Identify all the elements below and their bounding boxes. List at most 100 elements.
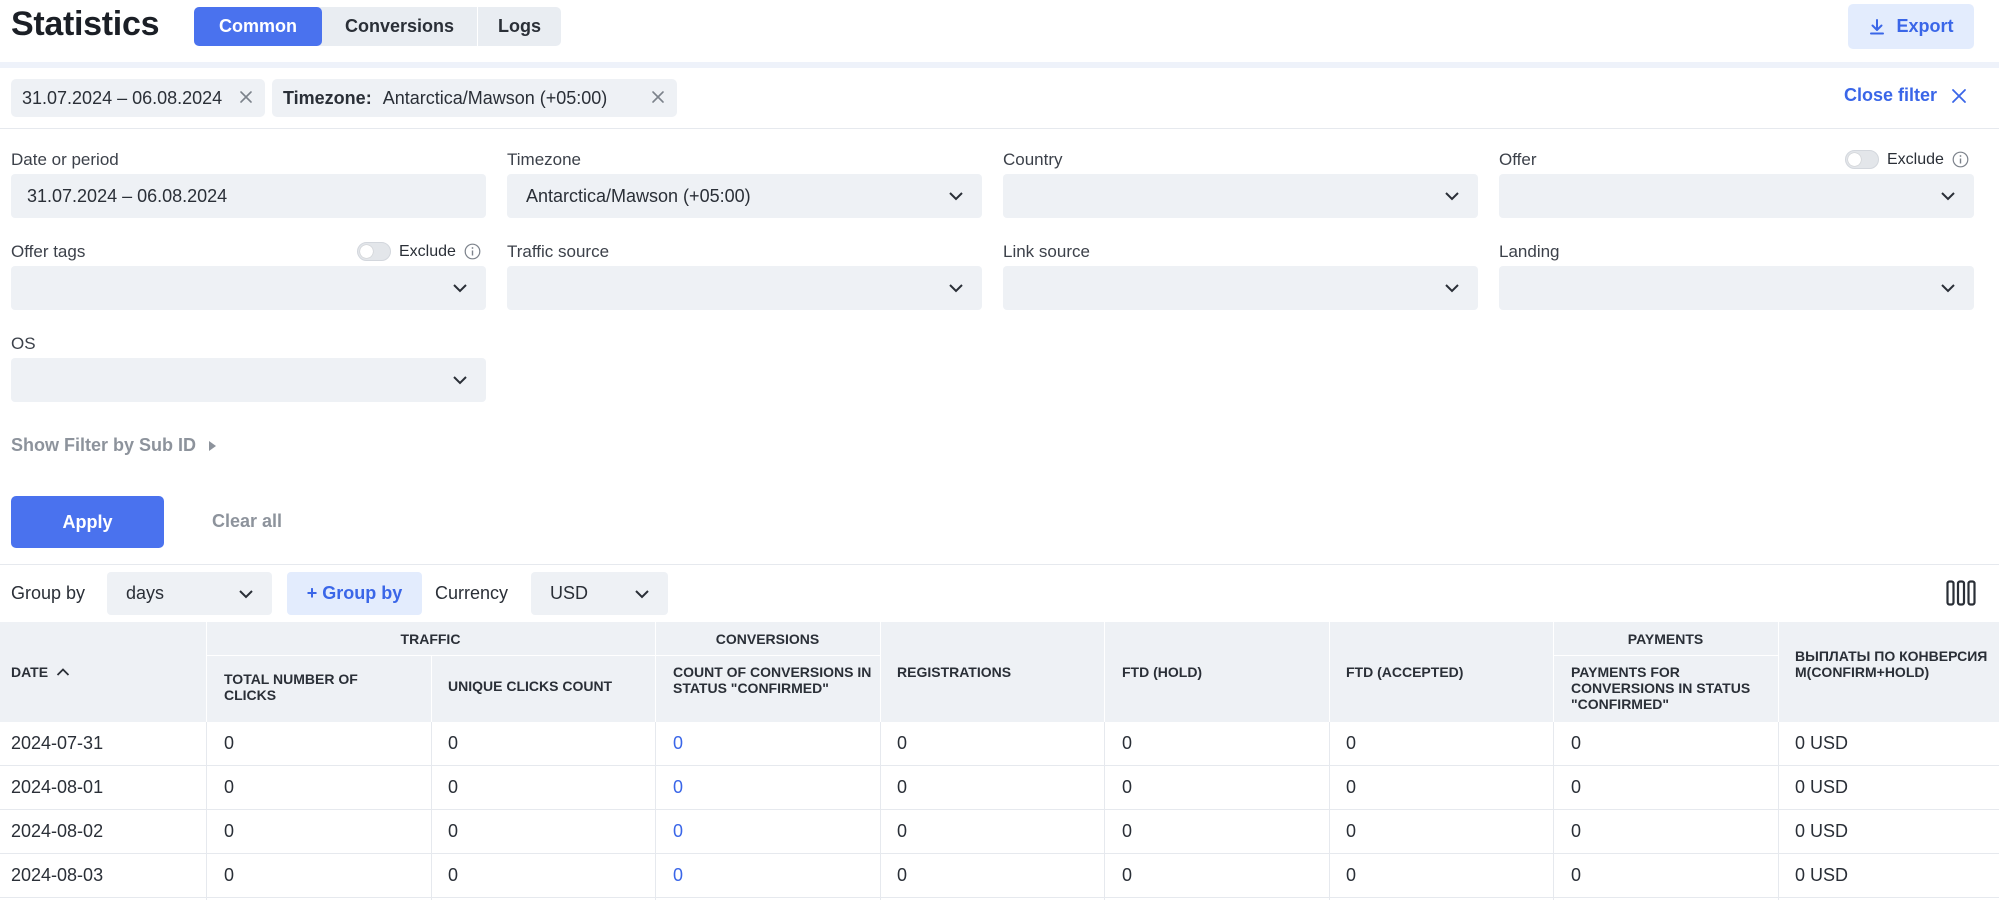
group-header-conversions: CONVERSIONS [715, 631, 820, 647]
timezone-chip-key: Timezone: [283, 87, 372, 108]
info-icon [464, 243, 481, 260]
add-group-by-button[interactable]: + Group by [287, 572, 422, 615]
date-period-input[interactable]: 31.07.2024 – 06.08.2024 [11, 174, 486, 218]
cell-payouts: 0 USD [1795, 777, 1849, 797]
cell-total-clicks: 0 [224, 733, 235, 753]
os-select[interactable] [11, 358, 486, 402]
cell-unique-clicks: 0 [448, 865, 459, 885]
cell-conversions-link[interactable]: 0 [673, 733, 683, 754]
chevron-down-icon [635, 590, 649, 599]
date-period-value: 31.07.2024 – 06.08.2024 [27, 185, 228, 206]
sort-ascending-icon [56, 668, 70, 676]
offer-tags-select[interactable] [11, 266, 486, 310]
offer-exclude-label: Exclude [1887, 150, 1944, 168]
table-header: TRAFFIC CONVERSIONS PAYMENTS DATE TOTAL … [0, 622, 1999, 722]
offer-select[interactable] [1499, 174, 1974, 218]
date-chip-label: 31.07.2024 – 06.08.2024 [22, 87, 223, 108]
cell-payouts: 0 USD [1795, 865, 1849, 885]
export-label: Export [1896, 16, 1954, 36]
timezone-chip: Timezone: Antarctica/Mawson (+05:00) [272, 79, 677, 117]
timezone-label: Timezone [507, 150, 582, 169]
group-by-value: days [126, 583, 165, 603]
group-divider [206, 655, 655, 656]
table-row: 2024-08-03 0 0 0 0 0 0 0 0 USD [0, 854, 1999, 898]
cell-payments: 0 [1571, 865, 1582, 885]
country-select[interactable] [1003, 174, 1478, 218]
column-header-total-clicks[interactable]: TOTAL NUMBER OF CLICKS [224, 671, 404, 703]
column-divider [1329, 622, 1330, 722]
column-header-unique-clicks[interactable]: UNIQUE CLICKS COUNT [448, 678, 648, 694]
show-subid-filter-link[interactable]: Show Filter by Sub ID [11, 435, 217, 456]
column-header-ftd-hold[interactable]: FTD (HOLD) [1122, 664, 1202, 680]
subid-link-label: Show Filter by Sub ID [11, 435, 197, 455]
cell-payments: 0 [1571, 777, 1582, 797]
close-icon [1952, 88, 1966, 103]
group-by-select[interactable]: days [107, 572, 272, 615]
offer-exclude: Exclude [1845, 150, 1969, 169]
date-label: Date or period [11, 150, 119, 169]
column-header-registrations[interactable]: REGISTRATIONS [897, 664, 1011, 680]
cell-conversions-link[interactable]: 0 [673, 821, 683, 842]
cell-unique-clicks: 0 [448, 821, 459, 841]
page-title: Statistics [11, 5, 160, 43]
currency-value: USD [550, 583, 589, 603]
column-header-conversions-confirmed[interactable]: COUNT OF CONVERSIONS IN STATUS "CONFIRME… [673, 664, 873, 696]
offer-tags-exclude-toggle[interactable] [357, 242, 391, 261]
close-filter-label: Close filter [1844, 85, 1938, 105]
clear-all-button[interactable]: Clear all [212, 511, 282, 532]
chevron-down-icon [949, 284, 963, 293]
cell-registrations: 0 [897, 733, 908, 753]
tab-common[interactable]: Common [194, 7, 322, 46]
offer-tags-exclude: Exclude [357, 242, 481, 261]
offer-tags-exclude-label: Exclude [399, 242, 456, 260]
group-by-label: Group by [11, 583, 86, 603]
chevron-down-icon [239, 590, 253, 599]
column-header-payouts[interactable]: ВЫПЛАТЫ ПО КОНВЕРСИЯМ(CONFIRM+HOLD) [1795, 648, 1995, 680]
cell-ftd-hold: 0 [1122, 733, 1133, 753]
timezone-select[interactable]: Antarctica/Mawson (+05:00) [507, 174, 982, 218]
info-icon [1952, 151, 1969, 168]
column-divider [1104, 622, 1105, 722]
cell-conversions-link[interactable]: 0 [673, 865, 683, 886]
traffic-source-select[interactable] [507, 266, 982, 310]
cell-date: 2024-07-31 [11, 733, 104, 753]
cell-payments: 0 [1571, 733, 1582, 753]
cell-date: 2024-08-02 [11, 821, 104, 841]
tab-conversions[interactable]: Conversions [322, 7, 477, 46]
table-row: 2024-07-31 0 0 0 0 0 0 0 0 USD [0, 722, 1999, 766]
columns-settings-icon[interactable] [1946, 580, 1976, 606]
tab-logs[interactable]: Logs [478, 7, 561, 46]
cell-conversions-link[interactable]: 0 [673, 777, 683, 798]
country-label: Country [1003, 150, 1063, 169]
cell-registrations: 0 [897, 865, 908, 885]
export-button[interactable]: Export [1848, 4, 1974, 49]
date-chip: 31.07.2024 – 06.08.2024 [11, 79, 265, 117]
offer-tags-label: Offer tags [11, 242, 86, 261]
group-header-traffic: TRAFFIC [400, 631, 461, 647]
chevron-down-icon [453, 284, 467, 293]
currency-select[interactable]: USD [531, 572, 668, 615]
cell-payouts: 0 USD [1795, 821, 1849, 841]
tab-bar: Common Conversions Logs [194, 7, 561, 46]
close-filter-button[interactable]: Close filter [1844, 85, 1967, 106]
caret-right-icon [209, 440, 217, 451]
cell-unique-clicks: 0 [448, 733, 459, 753]
column-header-ftd-accepted[interactable]: FTD (ACCEPTED) [1346, 664, 1463, 680]
offer-exclude-toggle[interactable] [1845, 150, 1879, 169]
column-divider [1778, 622, 1779, 722]
landing-select[interactable] [1499, 266, 1974, 310]
close-icon[interactable] [649, 88, 667, 106]
table-row: 2024-08-01 0 0 0 0 0 0 0 0 USD [0, 766, 1999, 810]
chevron-down-icon [949, 192, 963, 201]
close-icon[interactable] [237, 88, 255, 106]
column-header-date[interactable]: DATE [11, 664, 70, 680]
apply-button[interactable]: Apply [11, 496, 164, 548]
column-divider [431, 655, 432, 722]
column-divider [880, 622, 881, 722]
link-source-label: Link source [1003, 242, 1090, 261]
chevron-down-icon [1445, 192, 1459, 201]
link-source-select[interactable] [1003, 266, 1478, 310]
page-header: Statistics Common Conversions Logs Expor… [0, 0, 1999, 62]
column-header-payments-confirmed[interactable]: PAYMENTS FOR CONVERSIONS IN STATUS "CONF… [1571, 664, 1761, 712]
cell-date: 2024-08-03 [11, 865, 104, 885]
